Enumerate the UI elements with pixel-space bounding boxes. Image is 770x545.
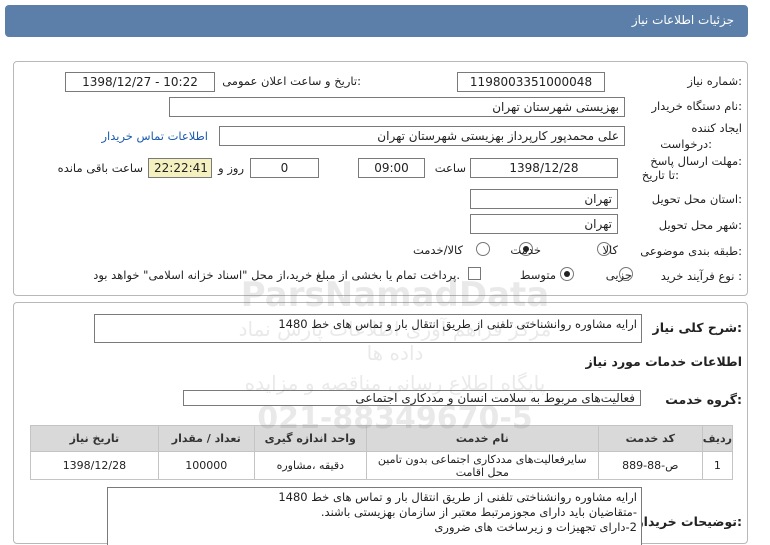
buyer-contact-link[interactable]: اطلاعات تماس خریدار: [101, 129, 208, 143]
cell-quantity: 100000: [157, 451, 255, 480]
deadline-date-field[interactable]: 1398/12/28: [470, 158, 618, 178]
table-row: 1 ص-88-889 سایرفعالیت‌های مددکاری اجتماع…: [30, 451, 734, 480]
buyer-notes-field: ارایه مشاوره روانشناختی تلفنی از طریق ان…: [107, 487, 642, 545]
announce-field[interactable]: 1398/12/27 - 10:22: [65, 72, 215, 92]
days-label: روز و: [218, 161, 244, 175]
summary-label: شرح کلی نیاز:: [652, 320, 743, 335]
deadline-time-field[interactable]: 09:00: [358, 158, 425, 178]
need-number-field[interactable]: 1198003351000048: [457, 72, 605, 92]
summary-field: ارایه مشاوره روانشناختی تلفنی از طریق ان…: [94, 314, 642, 343]
services-section-title: اطلاعات خدمات مورد نیاز: [585, 354, 743, 369]
page-title: جزئیات اطلاعات نیاز: [631, 13, 734, 27]
service-group-field: فعالیت‌های مربوط به سلامت انسان و مددکار…: [183, 390, 641, 406]
remaining-label: ساعت باقی مانده: [57, 161, 143, 175]
deadline-time-label: ساعت: [434, 161, 466, 175]
city-field[interactable]: تهران: [470, 214, 618, 234]
buyer-notes-line: ارایه مشاوره روانشناختی تلفنی از طریق ان…: [278, 490, 637, 504]
announce-label: تاریخ و ساعت اعلان عمومی:: [222, 74, 361, 88]
province-label: استان محل تحویل:: [651, 192, 742, 206]
creator-field[interactable]: علی محمدپور کارپرداز بهزیستی شهرستان تهر…: [219, 126, 625, 146]
col-unit: واحد اندازه گیری: [253, 425, 367, 452]
col-quantity: تعداد / مقدار: [157, 425, 255, 452]
page-header: جزئیات اطلاعات نیاز: [5, 5, 748, 37]
cell-need-date: 1398/12/28: [30, 451, 159, 480]
deadline-label-2: تا تاریخ:: [641, 168, 679, 182]
cell-service-code: ص-88-889: [597, 451, 703, 480]
col-row: ردیف: [701, 425, 734, 452]
days-field[interactable]: 0: [250, 158, 319, 178]
services-table-header: ردیف کد خدمت نام خدمت واحد اندازه گیری ت…: [30, 425, 734, 452]
creator-label-2: درخواست:: [660, 137, 712, 151]
city-label: شهر محل تحویل:: [658, 218, 742, 232]
creator-label-1: ایجاد کننده: [691, 121, 742, 135]
deadline-label-1: مهلت ارسال پاسخ:: [650, 154, 742, 168]
cell-unit: دقیقه ،مشاوره: [253, 451, 367, 480]
buyer-notes-line: -متقاضیان باید دارای مجوزمرتبط معتبر از …: [320, 505, 637, 519]
treasury-payment-note: پرداخت تمام یا بخشی از مبلغ خرید،از محل …: [93, 268, 460, 282]
treasury-payment-checkbox[interactable]: [468, 267, 481, 280]
category-option-goods: کالا: [602, 243, 618, 257]
category-label: طبقه بندی موضوعی:: [640, 244, 742, 258]
province-field[interactable]: تهران: [470, 189, 618, 209]
need-number-label: شماره نیاز:: [687, 74, 742, 88]
col-service-code: کد خدمت: [597, 425, 703, 452]
col-need-date: تاریخ نیاز: [30, 425, 159, 452]
buyer-notes-line: 2-دارای تجهیزات و زیرساخت های ضروری: [434, 520, 637, 534]
service-group-label: گروه خدمت:: [665, 392, 742, 407]
process-radio-medium[interactable]: [560, 267, 574, 281]
buyer-org-field[interactable]: بهزیستی شهرستان تهران: [169, 97, 625, 117]
cell-row: 1: [701, 451, 734, 480]
remaining-time-field: 22:22:41: [148, 158, 212, 178]
process-option-minor: جزیی: [605, 268, 632, 282]
col-service-name: نام خدمت: [365, 425, 599, 452]
category-radio-goods-service[interactable]: [476, 242, 490, 256]
buyer-org-label: نام دستگاه خریدار:: [651, 99, 742, 113]
process-option-medium: متوسط: [519, 268, 556, 282]
services-table: ردیف کد خدمت نام خدمت واحد اندازه گیری ت…: [30, 425, 734, 480]
cell-service-name: سایرفعالیت‌های مددکاری اجتماعی بدون تامی…: [365, 451, 599, 480]
category-option-service: خدمت: [510, 243, 541, 257]
category-option-goods-service: کالا/خدمت: [412, 243, 463, 257]
process-label: نوع فرآیند خرید :: [660, 269, 742, 283]
buyer-notes-label: توضیحات خریدار:: [636, 514, 742, 529]
